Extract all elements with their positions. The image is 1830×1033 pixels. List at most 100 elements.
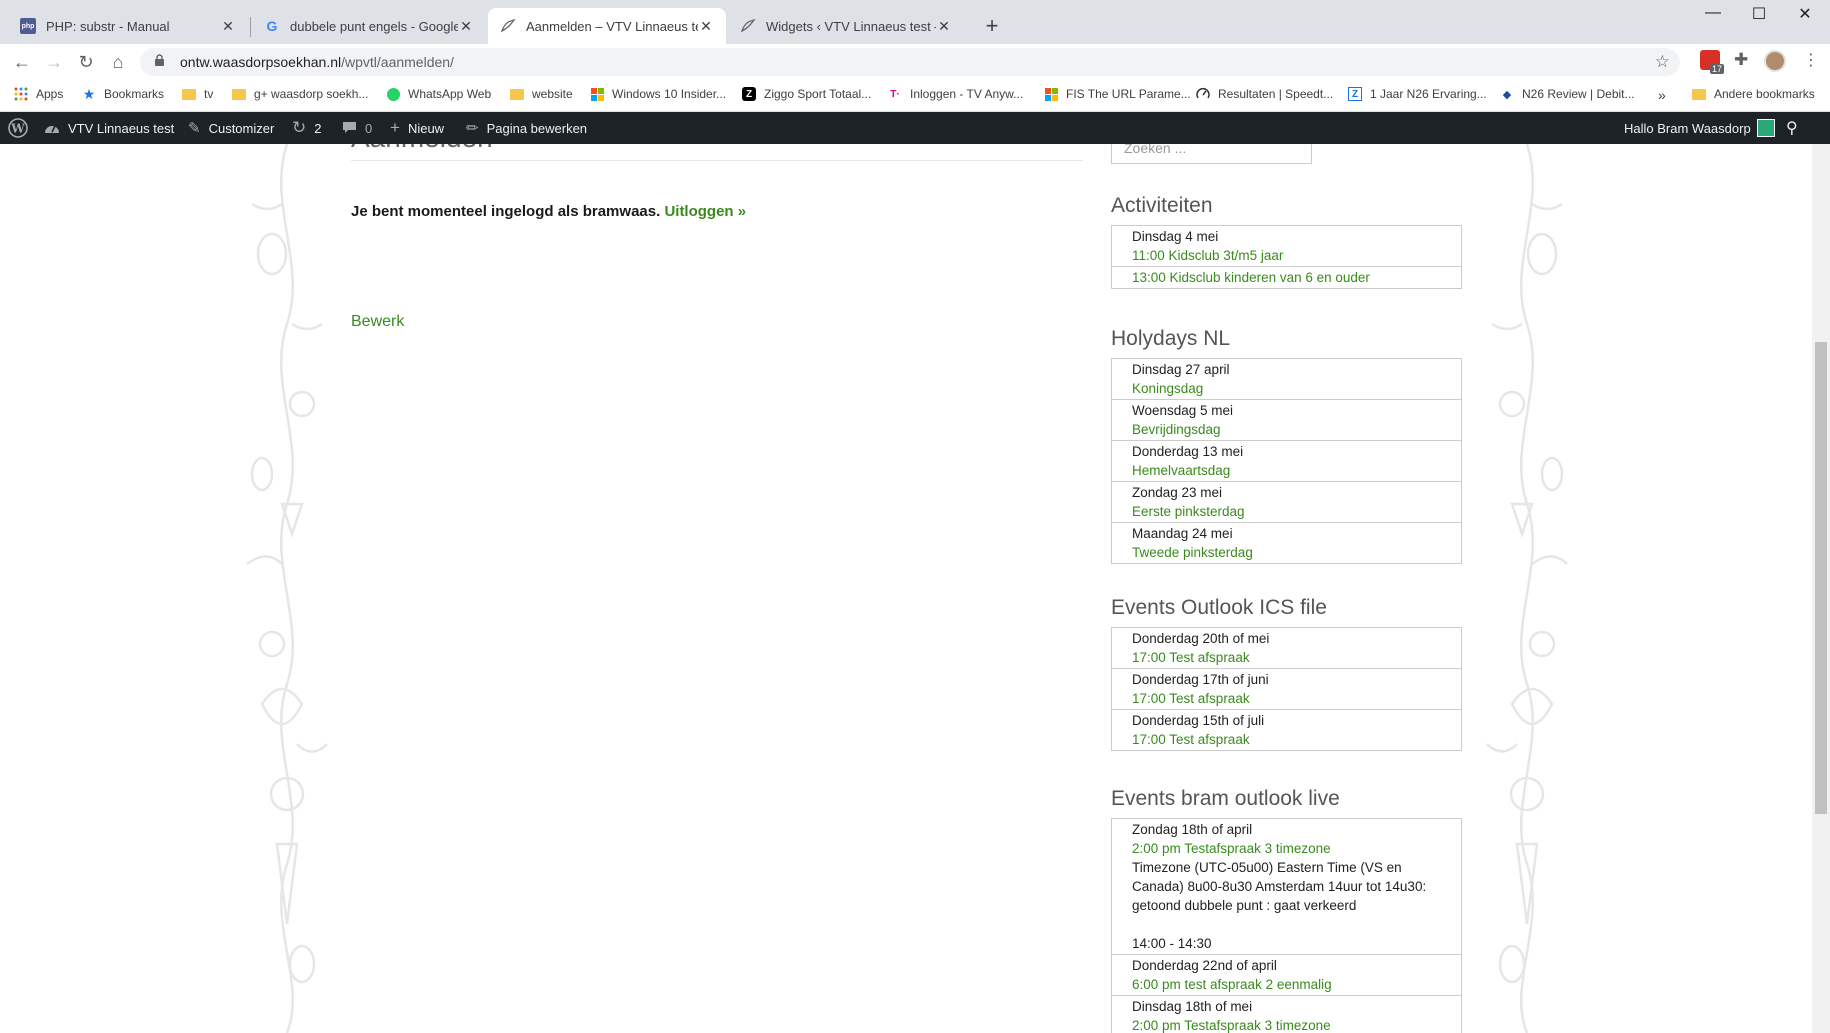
extension-badge: 17 — [1709, 64, 1724, 74]
extensions-puzzle-icon[interactable]: ✚ — [1734, 50, 1756, 72]
bookmark-star-icon[interactable]: ☆ — [1655, 52, 1670, 72]
windows-icon — [1044, 87, 1058, 101]
chrome-menu-icon[interactable]: ⋮ — [1800, 50, 1822, 72]
event-link[interactable]: Koningsdag — [1132, 379, 1461, 398]
pencil-icon: ✏ — [466, 120, 479, 137]
new-tab-button[interactable]: + — [978, 12, 1006, 40]
bookmark-windows-insider[interactable]: Windows 10 Insider... — [590, 87, 726, 101]
bookmark-folder-website[interactable]: website — [510, 87, 573, 101]
decorative-vegetable-border-left — [246, 144, 328, 1033]
bookmark-speedtest[interactable]: Resultaten | Speedt... — [1196, 87, 1333, 101]
address-bar[interactable]: ontw.waasdorpsoekhan.nl/wpvtl/aanmelden/… — [140, 48, 1680, 76]
event-description: Timezone (UTC-05u00) Eastern Time (VS en… — [1132, 860, 1427, 951]
tab-title: Widgets ‹ VTV Linnaeus test — V — [766, 18, 936, 34]
admin-updates[interactable]: ↻ 2 — [292, 112, 321, 144]
ziggo-icon: Z — [742, 87, 756, 101]
minimize-window-icon[interactable]: — — [1690, 4, 1736, 22]
maximize-window-icon[interactable]: ☐ — [1736, 4, 1782, 24]
back-arrow-icon[interactable]: ← — [10, 50, 34, 74]
bookmarks-overflow-chevron[interactable]: » — [1658, 87, 1666, 103]
admin-site-name[interactable]: VTV Linnaeus test — [44, 112, 174, 144]
scrollbar-thumb[interactable] — [1815, 342, 1827, 814]
close-tab-icon[interactable]: ✕ — [220, 18, 236, 35]
login-status-message: Je bent momenteel ingelogd als bramwaas.… — [351, 203, 746, 220]
event-date: Zondag 23 mei — [1132, 485, 1223, 500]
widget-title-outlook-ics: Events Outlook ICS file — [1111, 596, 1327, 619]
list-item: Donderdag 13 mei Hemelvaartsdag — [1112, 441, 1461, 482]
bookmark-bookmarks[interactable]: ★ Bookmarks — [82, 85, 164, 102]
tab-aanmelden[interactable]: Aanmelden – VTV Linnaeus test ✕ — [488, 8, 726, 44]
wp-site-favicon-icon — [740, 18, 756, 34]
wordpress-logo-icon[interactable]: W — [8, 112, 28, 144]
dashboard-gauge-icon — [44, 121, 60, 135]
bookmark-folder-gplus[interactable]: g+ waasdorp soekh... — [232, 87, 368, 101]
admin-my-account[interactable]: Hallo Bram Waasdorp — [1624, 112, 1775, 144]
admin-customizer[interactable]: ✎ Customizer — [188, 112, 274, 144]
user-avatar-icon — [1756, 119, 1775, 137]
close-tab-icon[interactable]: ✕ — [936, 18, 952, 35]
event-link[interactable]: 17:00 Test afspraak — [1132, 648, 1461, 667]
comment-bubble-icon — [342, 121, 357, 135]
event-link[interactable]: Bevrijdingsdag — [1132, 420, 1461, 439]
star-icon: ★ — [82, 85, 96, 102]
reload-icon[interactable]: ↻ — [74, 50, 98, 74]
tab-google-search[interactable]: G dubbele punt engels - Google zo ✕ — [252, 8, 486, 44]
event-date: Donderdag 20th of mei — [1132, 631, 1270, 646]
bookmark-ziggo-sport[interactable]: Z Ziggo Sport Totaal... — [742, 87, 871, 101]
list-item: Woensdag 5 mei Bevrijdingsdag — [1112, 400, 1461, 441]
event-date: Maandag 24 mei — [1132, 526, 1233, 541]
folder-icon — [182, 87, 196, 101]
forward-arrow-icon[interactable]: → — [42, 50, 66, 74]
new-label: Nieuw — [407, 120, 445, 136]
bookmark-whatsapp[interactable]: WhatsApp Web — [386, 87, 491, 101]
bookmark-fis-url[interactable]: FIS The URL Parame... — [1044, 87, 1191, 101]
admin-edit-page[interactable]: ✏ Pagina bewerken — [466, 112, 587, 144]
calendar-extension-icon[interactable]: 17 — [1700, 50, 1724, 74]
event-link[interactable]: 11:00 Kidsclub 3t/m5 jaar — [1132, 246, 1461, 265]
event-link[interactable]: 6:00 pm test afspraak 2 eenmalig — [1132, 975, 1461, 994]
bookmark-n26-ervaring[interactable]: Z 1 Jaar N26 Ervaring... — [1348, 87, 1487, 101]
folder-icon — [510, 87, 524, 101]
event-date: Donderdag 17th of juni — [1132, 672, 1269, 687]
bookmark-folder-tv[interactable]: tv — [182, 87, 213, 101]
list-item: 13:00 Kidsclub kinderen van 6 en ouder — [1112, 267, 1461, 288]
admin-new-content[interactable]: + Nieuw — [390, 112, 444, 144]
event-link[interactable]: Hemelvaartsdag — [1132, 461, 1461, 480]
event-link[interactable]: 17:00 Test afspraak — [1132, 689, 1461, 708]
close-tab-icon[interactable]: ✕ — [698, 18, 714, 35]
overflow-label: » — [1658, 87, 1666, 103]
calendar-widget-holidays: Dinsdag 27 april Koningsdag Woensdag 5 m… — [1111, 358, 1462, 564]
profile-avatar[interactable] — [1764, 50, 1786, 72]
list-item: Donderdag 15th of juli 17:00 Test afspra… — [1112, 710, 1461, 750]
close-tab-icon[interactable]: ✕ — [458, 18, 474, 35]
event-date: Dinsdag 27 april — [1132, 362, 1230, 377]
event-link[interactable]: Tweede pinksterdag — [1132, 543, 1461, 562]
widget-title-outlook-live: Events bram outlook live — [1111, 787, 1340, 810]
event-link[interactable]: 17:00 Test afspraak — [1132, 730, 1461, 749]
logout-link[interactable]: Uitloggen » — [664, 203, 746, 220]
tmobile-icon: T· — [890, 88, 900, 100]
page-title: Aanmelden — [351, 144, 493, 154]
admin-search-icon[interactable]: ⚲ — [1786, 112, 1798, 144]
browser-toolbar: ← → ↻ ⌂ ontw.waasdorpsoekhan.nl/wpvtl/aa… — [0, 44, 1830, 80]
sidebar-search-input[interactable]: Zoeken ... — [1111, 144, 1312, 164]
bookmark-label: Windows 10 Insider... — [612, 87, 727, 101]
bookmark-tv-anywhere[interactable]: T· Inloggen - TV Anyw... — [888, 87, 1023, 101]
event-link[interactable]: 2:00 pm Testafspraak 3 timezone — [1132, 1016, 1461, 1033]
tab-php-substr[interactable]: php PHP: substr - Manual ✕ — [8, 8, 248, 44]
url-path: /wpvtl/aanmelden/ — [341, 54, 454, 70]
edit-post-link[interactable]: Bewerk — [351, 313, 404, 331]
bookmark-other-folder[interactable]: Andere bookmarks — [1692, 87, 1815, 101]
bookmark-apps[interactable]: Apps — [14, 87, 63, 101]
home-icon[interactable]: ⌂ — [106, 50, 130, 74]
event-link[interactable]: Eerste pinksterdag — [1132, 502, 1461, 521]
tab-widgets[interactable]: Widgets ‹ VTV Linnaeus test — V ✕ — [728, 8, 964, 44]
bookmark-n26-review[interactable]: ◆ N26 Review | Debit... — [1500, 87, 1635, 101]
page-scrollbar[interactable] — [1812, 144, 1830, 1033]
lock-icon[interactable] — [154, 54, 168, 70]
close-window-icon[interactable]: ✕ — [1782, 4, 1828, 24]
admin-comments[interactable]: 0 — [342, 112, 372, 144]
event-link[interactable]: 2:00 pm Testafspraak 3 timezone — [1132, 839, 1461, 858]
event-link[interactable]: 13:00 Kidsclub kinderen van 6 en ouder — [1132, 268, 1461, 287]
z-icon: Z — [1348, 87, 1362, 101]
